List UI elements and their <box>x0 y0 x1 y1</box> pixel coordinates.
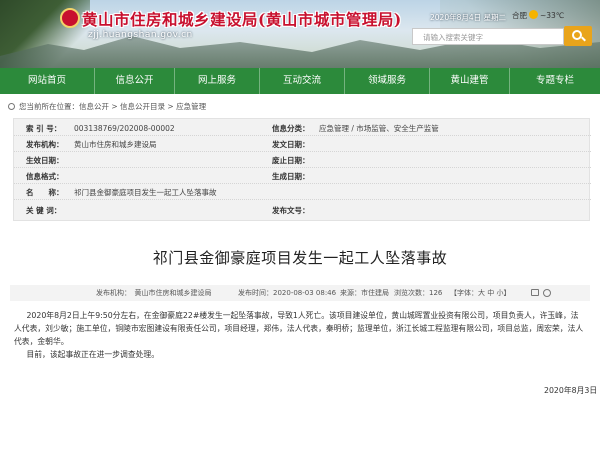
site-url: zjj.huangshan.gov.cn <box>88 30 193 40</box>
index-label: 索 引 号： <box>26 124 62 133</box>
article-title: 祁门县金御豪庭项目发生一起工人坠落事故 <box>152 249 448 267</box>
weather-widget: 合肥 ~33℃ <box>512 10 564 21</box>
info-table: 索 引 号： 003138769/202008-00002 信息分类： 应急管理… <box>13 118 591 221</box>
close-icon[interactable] <box>543 289 551 297</box>
name-label: 名 称： <box>26 188 64 197</box>
font-large-link[interactable]: 大 <box>478 289 485 297</box>
info-row: 关 键 词： 发布文号： <box>14 203 591 218</box>
article-meta-bar: 发布机构： 黄山市住房和城乡建设局 发布时间：2020-08-03 08:46 … <box>10 285 590 301</box>
breadcrumb-prefix: 您当前所在位置： <box>19 102 79 111</box>
doc-date-label: 发文日期： <box>272 140 310 149</box>
publisher-label: 发布机构： <box>26 140 64 149</box>
category-label: 信息分类： <box>272 124 310 133</box>
publisher-value: 黄山市住房和城乡建设局 <box>74 140 157 149</box>
location-icon <box>8 103 15 110</box>
nav-home[interactable]: 网站首页 <box>0 68 95 94</box>
nav-online-service[interactable]: 网上服务 <box>175 68 260 94</box>
info-row: 生效日期： 废止日期： <box>14 153 591 168</box>
meta-time: 发布时间：2020-08-03 08:46 <box>238 289 337 297</box>
font-label: 【字体： <box>450 289 478 297</box>
breadcrumb-path[interactable]: 信息公开 > 信息公开目录 > 应急管理 <box>79 102 206 111</box>
weather-temp: ~33℃ <box>540 11 565 20</box>
weather-city: 合肥 <box>512 11 527 20</box>
breadcrumb: 您当前所在位置：信息公开 > 信息公开目录 > 应急管理 <box>8 101 206 112</box>
nav-huangshan-construction[interactable]: 黄山建管 <box>430 68 510 94</box>
print-icon[interactable] <box>531 289 539 296</box>
nav-domain-service[interactable]: 领域服务 <box>345 68 430 94</box>
site-title[interactable]: 黄山市住房和城乡建设局(黄山市城市管理局) <box>82 8 402 30</box>
name-value: 祁门县金御豪庭项目发生一起工人坠落事故 <box>74 188 217 197</box>
search-button[interactable] <box>564 26 592 46</box>
format-label: 信息格式： <box>26 172 64 181</box>
repeal-date-label: 废止日期： <box>272 156 310 165</box>
sun-icon <box>529 10 538 19</box>
keyword-label: 关 键 词： <box>26 206 62 215</box>
doc-number-label: 发布文号： <box>272 206 310 215</box>
search-icon-handle <box>581 36 586 42</box>
nav-info-public[interactable]: 信息公开 <box>95 68 175 94</box>
index-value: 003138769/202008-00002 <box>74 124 175 133</box>
category-value: 应急管理 / 市场监管、安全生产监管 <box>319 124 439 133</box>
info-row: 名 称： 祁门县金御豪庭项目发生一起工人坠落事故 <box>14 185 591 200</box>
site-header: 黄山市住房和城乡建设局(黄山市城市管理局) zjj.huangshan.gov.… <box>0 0 600 68</box>
info-row: 信息格式： 生成日期： <box>14 169 591 184</box>
meta-source: 来源：市住建局 <box>340 289 389 297</box>
info-row: 发布机构： 黄山市住房和城乡建设局 发文日期： <box>14 137 591 152</box>
font-size-control: 【字体：大 中 小】 <box>450 285 510 301</box>
nav-special-topics[interactable]: 专题专栏 <box>510 68 600 94</box>
generate-date-label: 生成日期： <box>272 172 310 181</box>
meta-views: 浏览次数：126 <box>394 289 443 297</box>
current-date: 2020年8月4日 星期二 <box>430 13 507 22</box>
article-body: 2020年8月2日上午9:50分左右，在金御豪庭22#楼发生一起坠落事故，导致1… <box>14 309 586 361</box>
main-nav: 网站首页 信息公开 网上服务 互动交流 领域服务 黄山建管 专题专栏 <box>0 68 600 94</box>
info-row: 索 引 号： 003138769/202008-00002 信息分类： 应急管理… <box>14 121 591 136</box>
emblem-icon <box>60 8 80 28</box>
search-icon <box>572 30 582 40</box>
effective-date-label: 生效日期： <box>26 156 64 165</box>
article-date: 2020年8月3日 <box>544 386 598 395</box>
font-label-end: 】 <box>503 289 511 297</box>
font-medium-link[interactable]: 中 <box>487 289 494 297</box>
search-input[interactable]: 请输入搜索关键字 <box>412 28 564 45</box>
meta-publisher: 发布机构： 黄山市住房和城乡建设局 <box>96 289 212 297</box>
nav-interaction[interactable]: 互动交流 <box>260 68 345 94</box>
article-paragraph: 目前，该起事故正在进一步调查处理。 <box>26 350 160 359</box>
article-paragraph: 2020年8月2日上午9:50分左右，在金御豪庭22#楼发生一起坠落事故，导致1… <box>14 311 584 346</box>
